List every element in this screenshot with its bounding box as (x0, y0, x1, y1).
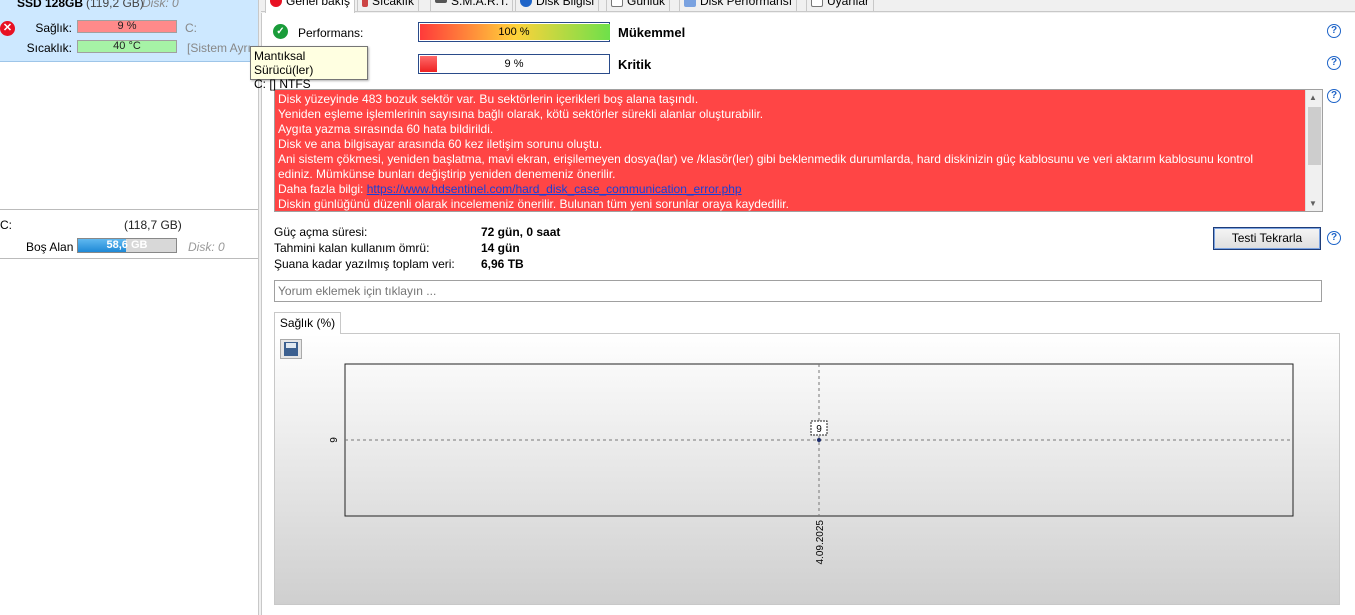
thermometer-icon (362, 0, 368, 7)
health-label: Sağlık: (35, 21, 72, 35)
remaining-life-label: Tahmini kalan kullanım ömrü: (274, 241, 430, 255)
health-value: 9 % (504, 58, 524, 70)
performance-bar: 100 % (418, 22, 610, 42)
system-reserved-label: [Sistem Ayrı (187, 41, 251, 55)
disk-number: Disk: 0 (142, 0, 179, 10)
power-on-time-value: 72 gün, 0 saat (481, 225, 561, 239)
performance-value: 100 % (498, 26, 530, 38)
tab-overview[interactable]: Genel bakış (265, 0, 356, 13)
tab-label: S.M.A.R.T. (451, 0, 509, 8)
volume-letter: C: (0, 218, 12, 232)
x-tick-label: 4.09.2025 (815, 520, 826, 565)
comment-input[interactable] (274, 280, 1322, 302)
free-space-label: Boş Alan (26, 240, 74, 254)
free-space-value: 58,6 GB (106, 239, 148, 251)
volume-size: (118,7 GB) (124, 218, 182, 232)
check-icon: ✓ (273, 24, 288, 39)
help-icon[interactable]: ? (1327, 231, 1341, 245)
disk-size: (119,2 GB) (86, 0, 144, 10)
message-line: Disk ve ana bilgisayar arasında 60 kez i… (278, 137, 603, 151)
message-line: ediniz. Mümkünse bunları değiştirip yeni… (278, 167, 616, 181)
warning-icon (811, 0, 823, 7)
volume-letter: C: (185, 21, 197, 35)
tab-health-chart[interactable]: Sağlık (%) (274, 312, 341, 334)
main-panel: Genel bakış Sıcaklık S.M.A.R.T. Disk Bil… (261, 0, 1355, 615)
message-line: Ani sistem çökmesi, yeniden başlatma, ma… (278, 152, 1254, 166)
power-on-time-label: Güç açma süresi: (274, 225, 368, 239)
drive-icon (435, 0, 447, 3)
tab-alerts[interactable]: Uyarılar (806, 0, 875, 12)
temperature-label: Sıcaklık: (26, 41, 72, 55)
retest-button[interactable]: Testi Tekrarla (1213, 227, 1321, 250)
health-mini-bar: 9 % (77, 20, 177, 33)
tooltip-line-1: Mantıksal Sürücü(ler) (254, 49, 314, 77)
tab-label: Sıcaklık (372, 0, 415, 8)
total-written-label: Şuana kadar yazılmış toplam veri: (274, 257, 455, 271)
health-chart-area: 9 4.09.2025 9 (274, 333, 1340, 605)
tab-label: Günlük (627, 0, 666, 8)
tab-disk-info[interactable]: Disk Bilgisi (515, 0, 600, 12)
free-space-bar: 58,6 GB (77, 238, 177, 253)
performance-label: Performans: (298, 26, 364, 40)
chart-icon (684, 0, 696, 7)
status-message-text: Disk yüzeyinde 483 bozuk sektör var. Bu … (278, 92, 1300, 211)
message-line: Diskin günlüğünü düzenli olarak inceleme… (278, 197, 789, 211)
data-label: 9 (816, 424, 822, 435)
more-info-label: Daha fazla bilgi: (278, 182, 367, 196)
disk-card[interactable]: SSD 128GB (119,2 GB) Disk: 0 ✕ Sağlık: 9… (0, 0, 258, 62)
message-line: Daha fazla bilgi: https://www.hdsentinel… (278, 182, 1300, 197)
tab-label: Disk Performansı (700, 0, 793, 8)
tab-bar: Genel bakış Sıcaklık S.M.A.R.T. Disk Bil… (261, 0, 1355, 13)
tab-smart[interactable]: S.M.A.R.T. (430, 0, 514, 12)
total-written-value: 6,96 TB (481, 257, 524, 271)
volume-disk-number: Disk: 0 (188, 240, 225, 254)
overview-content: ✓ Performans: 100 % Mükemmel ? 9 % Kriti… (261, 13, 1355, 615)
message-line: Disk yüzeyinde 483 bozuk sektör var. Bu … (278, 92, 699, 106)
scroll-down-arrow-icon[interactable]: ▼ (1309, 199, 1317, 208)
help-icon[interactable]: ? (1327, 24, 1341, 38)
scrollbar-thumb[interactable] (1308, 107, 1321, 165)
disk-title: SSD 128GB (17, 0, 84, 10)
health-chart: 9 4.09.2025 9 (329, 363, 1294, 565)
document-icon (611, 0, 623, 7)
status-message-box[interactable]: Disk yüzeyinde 483 bozuk sektör var. Bu … (274, 89, 1323, 212)
scroll-up-arrow-icon[interactable]: ▲ (1309, 93, 1317, 102)
y-tick-label: 9 (329, 437, 340, 443)
temperature-mini-bar: 40 °C (77, 40, 177, 53)
tab-label: Disk Bilgisi (536, 0, 595, 8)
info-icon (520, 0, 532, 7)
health-bar: 9 % (418, 54, 610, 74)
tab-temperature[interactable]: Sıcaklık (357, 0, 420, 12)
health-rating: Kritik (618, 57, 652, 72)
message-scrollbar[interactable]: ▲ ▼ (1305, 90, 1322, 211)
volume-card[interactable]: C: (118,7 GB) Boş Alan 58,6 GB Disk: 0 (0, 209, 258, 259)
help-icon[interactable]: ? (1327, 56, 1341, 70)
disk-list-panel: SSD 128GB (119,2 GB) Disk: 0 ✕ Sağlık: 9… (0, 0, 259, 615)
tooltip-line-2: C: [] NTFS (254, 77, 311, 91)
tab-label: Genel bakış (286, 0, 351, 8)
tooltip: Mantıksal Sürücü(ler) C: [] NTFS (250, 46, 368, 91)
data-point (817, 438, 821, 442)
performance-rating: Mükemmel (618, 25, 686, 40)
tab-disk-performance[interactable]: Disk Performansı (679, 0, 798, 12)
tab-label: Uyarılar (827, 0, 870, 8)
help-icon[interactable]: ? (1327, 89, 1341, 103)
more-info-link[interactable]: https://www.hdsentinel.com/hard_disk_cas… (367, 182, 742, 196)
message-line: Yeniden eşleme işlemlerinin sayısına bağ… (278, 107, 764, 121)
tab-log[interactable]: Günlük (606, 0, 671, 12)
message-line: Aygıta yazma sırasında 60 hata bildirild… (278, 122, 494, 136)
error-x-icon (270, 0, 282, 7)
remaining-life-value: 14 gün (481, 241, 520, 255)
